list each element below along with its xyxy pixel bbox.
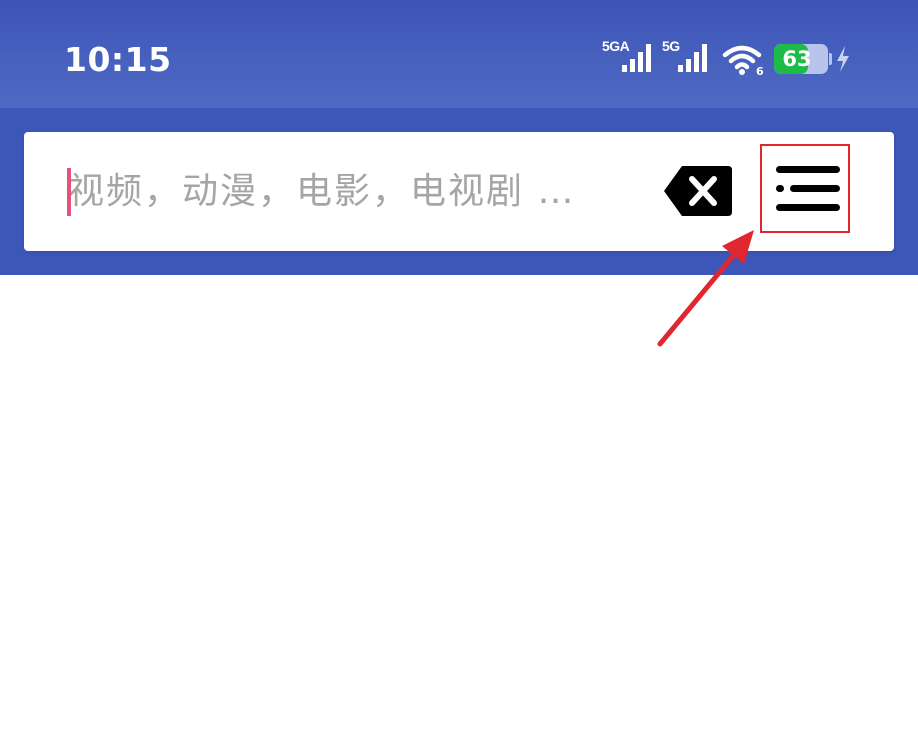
charging-bolt-icon (837, 46, 849, 72)
backspace-clear-icon (664, 166, 732, 216)
menu-button[interactable] (760, 144, 850, 233)
clear-search-button[interactable] (662, 164, 734, 218)
battery-tip (829, 53, 832, 65)
wifi-icon: 6 (722, 45, 764, 76)
app-screen: 10:15 5GA 5G 6 63 视频，动漫，电影，电视剧 … (0, 0, 918, 729)
status-time: 10:15 (64, 40, 172, 79)
signal-bars-icon (678, 44, 707, 72)
battery-percent: 63 (782, 47, 812, 71)
cell-signal-2: 5G (662, 38, 716, 74)
search-bar (24, 132, 894, 251)
menu-list-icon (776, 166, 840, 211)
battery-indicator: 63 (774, 44, 828, 74)
search-input[interactable] (68, 154, 658, 228)
status-bar: 10:15 5GA 5G 6 63 (0, 0, 918, 108)
cell-signal-1: 5GA (602, 38, 660, 74)
text-caret (67, 168, 71, 216)
wifi-badge-label: 6 (756, 65, 764, 76)
annotation-arrow-icon (657, 230, 754, 347)
signal-bars-icon (622, 44, 651, 72)
